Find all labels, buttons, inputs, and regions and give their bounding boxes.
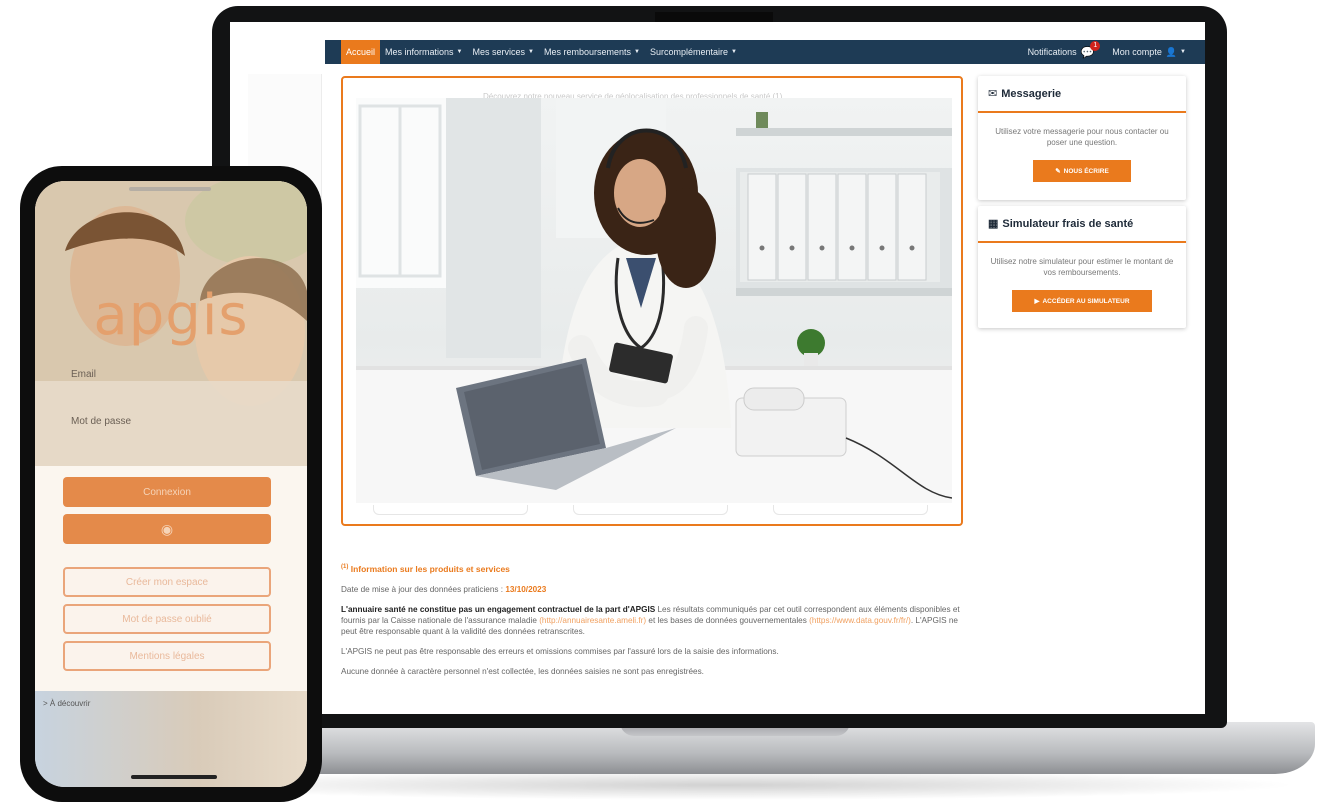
nav-mes-services[interactable]: Mes services ▼	[468, 40, 539, 64]
fingerprint-icon: ◉	[160, 520, 174, 537]
privacy-paragraph: Aucune donnée à caractère personnel n'es…	[341, 666, 704, 676]
laptop-shadow	[150, 770, 1300, 800]
caret-down-icon: ▼	[634, 49, 640, 55]
button-label: Créer mon espace	[125, 576, 209, 588]
info-footer: (1) Information sur les produits et serv…	[341, 562, 966, 686]
ameli-link[interactable]: (http://annuairesante.ameli.fr)	[539, 616, 646, 625]
acceder-simulateur-button[interactable]: ▶ ACCÉDER AU SIMULATEUR	[1012, 290, 1152, 312]
nav-label: Mes informations	[385, 47, 454, 57]
update-date-line: Date de mise à jour des données praticie…	[341, 584, 966, 595]
nav-surcomplementaire[interactable]: Surcomplémentaire ▼	[645, 40, 742, 64]
nav-notifications[interactable]: Notifications 💬 1	[1023, 40, 1108, 64]
phone-device: apgis Email Mot de passe Connexion ◉ Cré…	[20, 166, 322, 802]
info-title-text: Information sur les produits et services	[350, 563, 510, 574]
notification-badge-wrap: 💬 1	[1081, 40, 1101, 59]
notifications-label: Notifications	[1027, 47, 1077, 57]
button-label: Mentions légales	[129, 650, 205, 662]
button-label: Mot de passe oublié	[122, 613, 212, 625]
datagouv-link[interactable]: (https://www.data.gouv.fr/fr/)	[809, 616, 911, 625]
account-label: Mon compte	[1112, 47, 1162, 57]
feature-tile-ghost	[573, 505, 728, 515]
messagerie-card: ✉ Messagerie Utilisez votre messagerie p…	[978, 76, 1186, 200]
notification-count-badge: 1	[1090, 40, 1101, 51]
nav-mon-compte[interactable]: Mon compte 👤 ▼	[1107, 40, 1191, 64]
phone-screen: apgis Email Mot de passe Connexion ◉ Cré…	[35, 181, 307, 787]
main-feature-card: Découvrez notre nouveau service de géolo…	[341, 76, 963, 526]
update-prefix: Date de mise à jour des données praticie…	[341, 584, 504, 594]
user-icon: 👤	[1165, 46, 1178, 57]
messagerie-title-text: Messagerie	[1001, 87, 1062, 100]
simulateur-title: ▦ Simulateur frais de santé	[978, 206, 1186, 243]
password-field[interactable]	[63, 403, 275, 437]
create-space-button[interactable]: Créer mon espace	[63, 567, 271, 597]
caret-down-icon: ▼	[528, 49, 534, 55]
caret-down-icon: ▼	[456, 49, 463, 55]
feature-tile-ghost	[373, 505, 528, 515]
nav-label: Accueil	[346, 47, 376, 57]
simulateur-card: ▦ Simulateur frais de santé Utilisez not…	[978, 206, 1186, 328]
button-label: NOUS ÉCRIRE	[1063, 167, 1109, 175]
feature-tile-ghost	[773, 505, 928, 515]
discover-label: > À découvrir	[43, 699, 91, 708]
update-date: 13/10/2023	[505, 584, 547, 594]
phone-discover-banner[interactable]: > À découvrir	[35, 691, 307, 787]
disclaimer-text: et les bases de données gouvernementales	[646, 615, 810, 625]
button-label: Connexion	[143, 486, 191, 498]
email-field[interactable]	[63, 357, 275, 391]
doctor-photo-illustration	[356, 98, 952, 503]
connexion-button[interactable]: Connexion	[63, 477, 271, 507]
footnote-marker: (1)	[341, 564, 349, 570]
nav-mes-informations[interactable]: Mes informations ▼	[380, 40, 467, 64]
nav-label: Mes services	[472, 47, 526, 57]
nav-label: Mes remboursements	[543, 47, 631, 57]
disclaimer-paragraph: L'annuaire santé ne constitue pas un eng…	[341, 604, 966, 637]
errors-paragraph: L'APGIS ne peut pas être responsable des…	[341, 646, 779, 656]
messagerie-title: ✉ Messagerie	[978, 76, 1186, 113]
disclaimer-bold: L'annuaire santé ne constitue pas un eng…	[341, 604, 656, 614]
doctor-telehealth-photo	[356, 98, 952, 503]
caret-down-icon: ▼	[1180, 49, 1186, 55]
play-square-icon: ▶	[1034, 298, 1040, 305]
nav-accueil[interactable]: Accueil	[341, 40, 381, 64]
nav-label: Surcomplémentaire	[649, 47, 728, 57]
simulateur-text: Utilisez notre simulateur pour estimer l…	[990, 257, 1174, 277]
calculator-icon: ▦	[988, 218, 999, 230]
laptop-screen: Accueil Mes informations ▼ Mes services ▼ …	[230, 22, 1205, 714]
nav-mes-remboursements[interactable]: Mes remboursements ▼	[539, 40, 645, 64]
legal-mentions-button[interactable]: Mentions légales	[63, 641, 271, 671]
forgot-password-button[interactable]: Mot de passe oublié	[63, 604, 271, 634]
fingerprint-button[interactable]: ◉	[63, 514, 271, 544]
apgis-logo: apgis	[93, 283, 249, 348]
button-label: ACCÉDER AU SIMULATEUR	[1042, 297, 1130, 305]
caret-down-icon: ▼	[731, 49, 737, 55]
simulateur-title-text: Simulateur frais de santé	[1002, 217, 1134, 230]
nav-right-group: Notifications 💬 1 Mon compte 👤 ▼	[1023, 40, 1205, 64]
messagerie-text: Utilisez votre messagerie pour nous cont…	[995, 127, 1169, 147]
info-title: (1) Information sur les produits et serv…	[341, 562, 966, 575]
phone-speaker	[129, 187, 211, 191]
envelope-icon: ✉	[988, 88, 998, 100]
edit-icon: ✎	[1055, 168, 1061, 175]
nous-ecrire-button[interactable]: ✎ NOUS ÉCRIRE	[1033, 160, 1131, 182]
phone-home-indicator	[131, 775, 217, 779]
main-navbar: Accueil Mes informations ▼ Mes services ▼ …	[325, 40, 1205, 64]
